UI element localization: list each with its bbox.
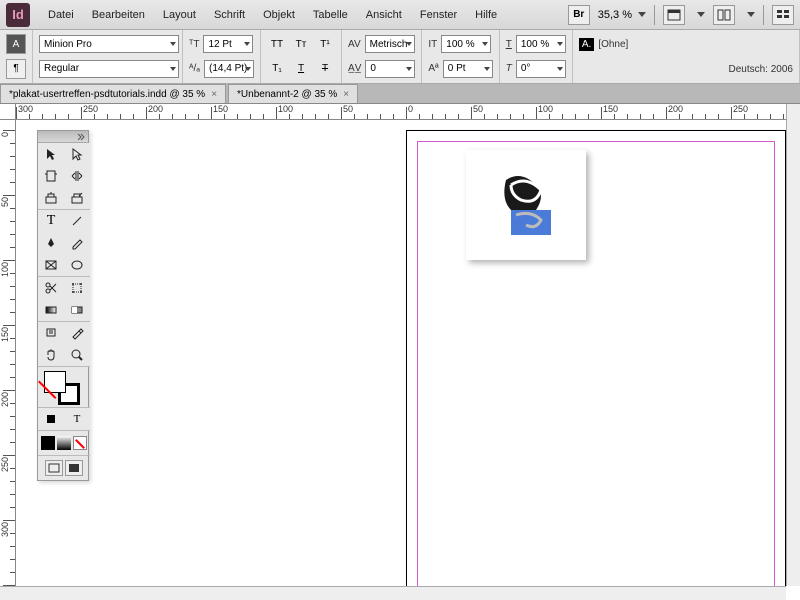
direct-selection-tool[interactable] [64, 143, 90, 165]
formatting-text-button[interactable]: T [64, 408, 90, 430]
normal-view-button[interactable] [45, 460, 63, 476]
tools-panel: T T [37, 130, 89, 481]
hscale-field[interactable]: 100 % [516, 35, 566, 53]
zoom-value: 35,3 % [598, 9, 632, 21]
menu-schrift[interactable]: Schrift [206, 5, 253, 25]
doc-tab-1[interactable]: *plakat-usertreffen-psdtutorials.indd @ … [0, 84, 226, 103]
zoom-tool[interactable] [64, 344, 90, 366]
menu-bearbeiten[interactable]: Bearbeiten [84, 5, 153, 25]
close-icon[interactable]: × [211, 89, 217, 100]
font-style-dropdown[interactable]: Regular [39, 60, 179, 78]
apply-black[interactable] [41, 436, 55, 450]
vertical-ruler[interactable]: 050100150200250300350400 [0, 120, 16, 586]
menu-tabelle[interactable]: Tabelle [305, 5, 356, 25]
menu-fenster[interactable]: Fenster [412, 5, 465, 25]
vscale-field[interactable]: 100 % [441, 35, 491, 53]
document-workspace: 30025020015010050050100150200250300 0501… [0, 104, 800, 600]
skew-field[interactable]: 0° [516, 60, 566, 78]
vscale-icon: IT [428, 39, 437, 50]
all-caps-button[interactable]: TT [267, 34, 287, 54]
horizontal-ruler[interactable]: 30025020015010050050100150200250300 [16, 104, 786, 120]
gap-tool[interactable] [64, 165, 90, 187]
close-icon[interactable]: × [343, 89, 349, 100]
menu-datei[interactable]: Datei [40, 5, 82, 25]
menubar: Id Datei Bearbeiten Layout Schrift Objek… [0, 0, 800, 30]
zoom-level-dropdown[interactable]: 35,3 % [598, 9, 646, 21]
type-tool[interactable]: T [38, 210, 64, 232]
hscale-icon: T [506, 39, 512, 50]
gradient-feather-tool[interactable] [64, 299, 90, 321]
scissors-tool[interactable] [38, 277, 64, 299]
apply-color-button[interactable] [38, 408, 64, 430]
content-collector-tool[interactable] [38, 187, 64, 209]
chevron-down-icon [747, 12, 755, 17]
chevron-down-icon [638, 12, 646, 17]
font-size-icon: ᵀT [189, 39, 199, 50]
line-tool[interactable] [64, 210, 90, 232]
view-mode-row [38, 456, 90, 480]
hand-tool[interactable] [38, 344, 64, 366]
screen-mode-button[interactable] [663, 5, 685, 25]
preview-view-button[interactable] [65, 460, 83, 476]
content-placer-tool[interactable] [64, 187, 90, 209]
leading-field[interactable]: (14,4 Pt) [204, 60, 254, 78]
paragraph-mode-button[interactable]: ¶ [6, 59, 26, 79]
small-caps-button[interactable]: Tᴛ [291, 34, 311, 54]
skew-icon: T [506, 63, 512, 74]
placed-image-frame[interactable] [466, 150, 586, 260]
eyedropper-tool[interactable] [64, 322, 90, 344]
font-size-field[interactable]: 12 Pt [203, 35, 253, 53]
character-mode-button[interactable]: A [6, 34, 26, 54]
control-panel: A ¶ Minion Pro Regular ᵀT 12 Pt ᴬ/ₐ (14,4 … [0, 30, 800, 84]
gradient-swatch-tool[interactable] [38, 299, 64, 321]
vertical-scrollbar[interactable] [786, 104, 800, 586]
collapse-icon [77, 133, 85, 141]
logo-image [486, 165, 566, 245]
tools-panel-header[interactable] [38, 131, 88, 143]
char-style-icon: A. [579, 38, 594, 51]
subscript-button[interactable]: T₁ [267, 59, 287, 79]
kerning-icon: A͏V [348, 39, 361, 50]
horizontal-scrollbar[interactable] [0, 586, 786, 600]
char-style-label: [Ohne] [598, 39, 628, 50]
color-mode-row [38, 431, 90, 455]
font-family-dropdown[interactable]: Minion Pro [39, 35, 179, 53]
ruler-origin[interactable] [0, 104, 16, 120]
chevron-down-icon [697, 12, 705, 17]
app-logo: Id [6, 3, 30, 27]
canvas[interactable] [16, 120, 786, 586]
arrange-button[interactable] [713, 5, 735, 25]
apply-none[interactable] [73, 436, 87, 450]
baseline-field[interactable]: 0 Pt [443, 60, 493, 78]
fill-swatch[interactable] [44, 371, 66, 393]
tracking-icon: A̲V̲ [348, 63, 361, 74]
menu-layout[interactable]: Layout [155, 5, 204, 25]
apply-gradient[interactable] [57, 436, 71, 450]
pencil-tool[interactable] [64, 232, 90, 254]
bridge-button[interactable]: Br [568, 5, 590, 25]
fill-stroke-swatch[interactable] [38, 367, 90, 407]
kerning-field[interactable]: Metrisch [365, 35, 415, 53]
document-tabs: *plakat-usertreffen-psdtutorials.indd @ … [0, 84, 800, 104]
leading-icon: ᴬ/ₐ [189, 63, 200, 74]
workspace-switcher[interactable] [772, 5, 794, 25]
baseline-icon: Aª [428, 63, 438, 74]
note-tool[interactable] [38, 322, 64, 344]
rectangle-frame-tool[interactable] [38, 254, 64, 276]
menu-ansicht[interactable]: Ansicht [358, 5, 410, 25]
language-label: Deutsch: 2006 [729, 64, 794, 75]
page[interactable] [406, 130, 786, 586]
strikethrough-button[interactable]: T [315, 59, 335, 79]
doc-tab-2[interactable]: *Unbenannt-2 @ 35 %× [228, 84, 358, 103]
selection-tool[interactable] [38, 143, 64, 165]
tracking-field[interactable]: 0 [365, 60, 415, 78]
superscript-button[interactable]: T¹ [315, 34, 335, 54]
free-transform-tool[interactable] [64, 277, 90, 299]
underline-button[interactable]: T [291, 59, 311, 79]
pen-tool[interactable] [38, 232, 64, 254]
ellipse-tool[interactable] [64, 254, 90, 276]
menu-hilfe[interactable]: Hilfe [467, 5, 505, 25]
page-tool[interactable] [38, 165, 64, 187]
menu-objekt[interactable]: Objekt [255, 5, 303, 25]
